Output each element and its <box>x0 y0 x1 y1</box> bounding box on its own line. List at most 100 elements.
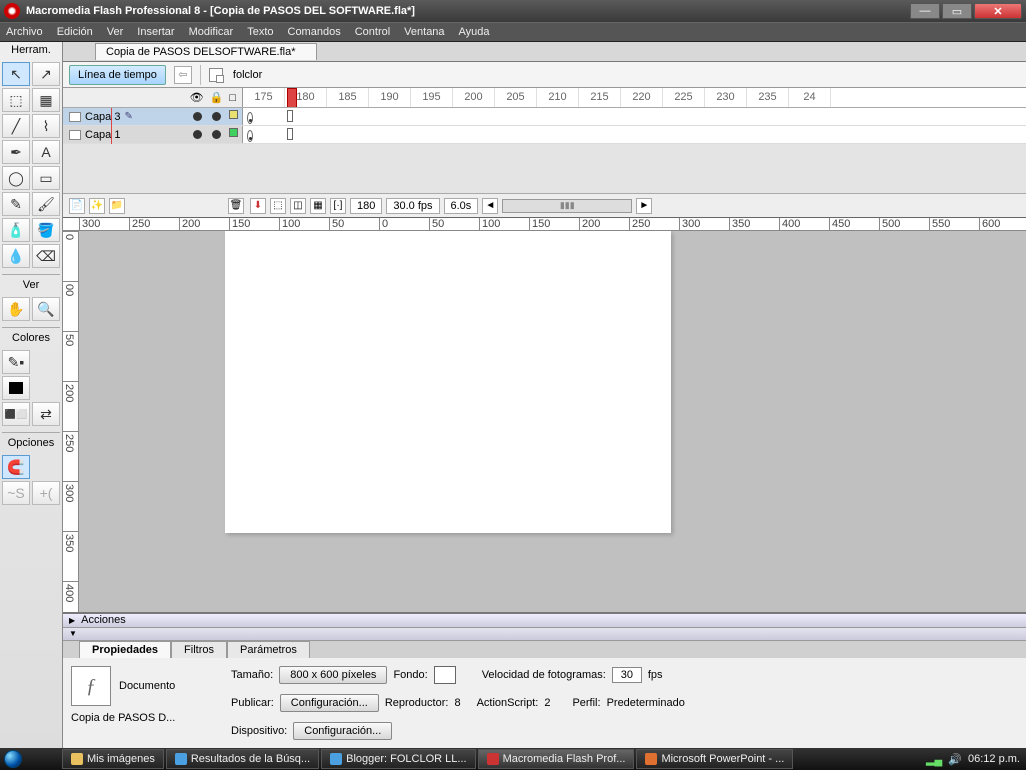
props-tab-1[interactable]: Filtros <box>171 641 227 658</box>
hand-tool[interactable]: ✋ <box>2 297 30 321</box>
scene-back-button[interactable]: ⇦ <box>174 66 192 84</box>
insert-folder-button[interactable]: 📁 <box>109 198 125 214</box>
properties-panel-header[interactable]: ▼ <box>63 628 1026 642</box>
timeline-toggle-button[interactable]: Línea de tiempo <box>69 65 166 85</box>
brush-tool[interactable]: 🖌 <box>32 192 60 216</box>
menu-modificar[interactable]: Modificar <box>189 26 234 38</box>
pencil-tool[interactable]: ✎ <box>2 192 30 216</box>
onion-skin-outlines-button[interactable]: ◫ <box>290 198 306 214</box>
frame-tick[interactable]: 195 <box>411 88 453 107</box>
menu-insertar[interactable]: Insertar <box>137 26 174 38</box>
free-transform-tool[interactable]: ⬚ <box>2 88 30 112</box>
start-button[interactable] <box>0 748 60 770</box>
frame-tick[interactable]: 24 <box>789 88 831 107</box>
maximize-button[interactable]: ▭ <box>942 3 972 19</box>
frame-tick[interactable]: 235 <box>747 88 789 107</box>
taskbar-item[interactable]: Mis imágenes <box>62 749 164 769</box>
document-tab[interactable]: Copia de PASOS DELSOFTWARE.fla* <box>95 43 317 60</box>
taskbar-item[interactable]: Blogger: FOLCLOR LL... <box>321 749 475 769</box>
menu-texto[interactable]: Texto <box>247 26 273 38</box>
snap-option[interactable]: 🧲 <box>2 455 30 479</box>
menu-edición[interactable]: Edición <box>57 26 93 38</box>
eraser-tool[interactable]: ⌫ <box>32 244 60 268</box>
menu-control[interactable]: Control <box>355 26 390 38</box>
ink-bottle-tool[interactable]: 🧴 <box>2 218 30 242</box>
rectangle-tool[interactable]: ▭ <box>32 166 60 190</box>
tray-volume-icon[interactable]: 🔊 <box>948 753 962 766</box>
selection-tool[interactable]: ↖ <box>2 62 30 86</box>
oval-tool[interactable]: ◯ <box>2 166 30 190</box>
scroll-left-button[interactable]: ◄ <box>482 198 498 214</box>
taskbar-item[interactable]: Resultados de la Búsq... <box>166 749 319 769</box>
actions-panel-header[interactable]: ▶ Acciones <box>63 614 1026 628</box>
swap-colors-button[interactable]: ⇄ <box>32 402 60 426</box>
frame-tick[interactable]: 225 <box>663 88 705 107</box>
layer-row[interactable]: Capa 1 <box>63 126 1026 144</box>
view-section-header: Ver <box>2 279 60 295</box>
frame-tick[interactable]: 205 <box>495 88 537 107</box>
menu-ventana[interactable]: Ventana <box>404 26 444 38</box>
menu-archivo[interactable]: Archivo <box>6 26 43 38</box>
paint-bucket-tool[interactable]: 🪣 <box>32 218 60 242</box>
menu-ayuda[interactable]: Ayuda <box>459 26 490 38</box>
line-tool[interactable]: ╱ <box>2 114 30 138</box>
playhead[interactable] <box>287 88 297 107</box>
frame-tick[interactable]: 230 <box>705 88 747 107</box>
edit-multiple-frames-button[interactable]: ▦ <box>310 198 326 214</box>
app-icon <box>4 3 20 19</box>
taskbar-item[interactable]: Microsoft PowerPoint - ... <box>636 749 793 769</box>
default-colors-button[interactable]: ⬛⬜ <box>2 402 30 426</box>
gradient-transform-tool[interactable]: ▦ <box>32 88 60 112</box>
text-tool[interactable]: A <box>32 140 60 164</box>
frame-tick[interactable]: 220 <box>621 88 663 107</box>
scroll-right-button[interactable]: ► <box>636 198 652 214</box>
menu-ver[interactable]: Ver <box>107 26 124 38</box>
center-frame-button[interactable]: ⬇ <box>250 198 266 214</box>
scene-bar: Línea de tiempo ⇦ folclor 🎬 ◈ 50% ▼ <box>63 62 1026 88</box>
taskbar-item[interactable]: Macromedia Flash Prof... <box>478 749 635 769</box>
modify-onion-markers-button[interactable]: [·] <box>330 198 346 214</box>
frame-ruler[interactable]: 1751801851901952002052102152202252302352… <box>243 88 1026 107</box>
framerate-input[interactable] <box>612 667 642 683</box>
layer-row[interactable]: Capa 3✎ <box>63 108 1026 126</box>
frame-tick[interactable]: 200 <box>453 88 495 107</box>
collapse-icon: ▼ <box>69 629 77 638</box>
frame-tick[interactable]: 175 <box>243 88 285 107</box>
clock[interactable]: 06:12 p.m. <box>968 753 1020 765</box>
publish-settings-button[interactable]: Configuración... <box>280 694 379 712</box>
device-settings-button[interactable]: Configuración... <box>293 722 392 740</box>
frame-tick[interactable]: 215 <box>579 88 621 107</box>
visibility-column-icon[interactable]: 👁 <box>190 91 204 104</box>
fill-color-picker[interactable] <box>2 376 30 400</box>
onion-skin-button[interactable]: ⬚ <box>270 198 286 214</box>
stage-canvas[interactable] <box>225 231 671 533</box>
menu-comandos[interactable]: Comandos <box>288 26 341 38</box>
timeline-scrollbar[interactable]: ▮▮▮ <box>502 199 632 213</box>
props-tab-2[interactable]: Parámetros <box>227 641 310 658</box>
minimize-button[interactable]: — <box>910 3 940 19</box>
insert-layer-button[interactable]: 📄 <box>69 198 85 214</box>
outline-column-icon[interactable]: □ <box>229 92 236 104</box>
frame-tick[interactable]: 190 <box>369 88 411 107</box>
props-tab-0[interactable]: Propiedades <box>79 641 171 658</box>
expand-icon: ▶ <box>69 616 75 625</box>
tray-network-icon[interactable]: ▂▄ <box>926 753 942 766</box>
subselection-tool[interactable]: ↗ <box>32 62 60 86</box>
smooth-option[interactable]: ~S <box>2 481 30 505</box>
background-swatch[interactable] <box>434 666 456 684</box>
stroke-color-picker[interactable]: ✎▪ <box>2 350 30 374</box>
insert-motion-guide-button[interactable]: ✨ <box>89 198 105 214</box>
frame-tick[interactable]: 185 <box>327 88 369 107</box>
close-button[interactable] <box>974 3 1022 19</box>
size-button[interactable]: 800 x 600 píxeles <box>279 666 387 684</box>
canvas-viewport[interactable] <box>79 231 1026 612</box>
pen-tool[interactable]: ✒ <box>2 140 30 164</box>
eyedropper-tool[interactable]: 💧 <box>2 244 30 268</box>
zoom-tool[interactable]: 🔍 <box>32 297 60 321</box>
lasso-tool[interactable]: ⌇ <box>32 114 60 138</box>
properties-tabs: PropiedadesFiltrosParámetros <box>63 641 1026 658</box>
delete-layer-button[interactable]: 🗑 <box>228 198 244 214</box>
straighten-option[interactable]: +( <box>32 481 60 505</box>
lock-column-icon[interactable]: 🔒 <box>210 91 224 104</box>
frame-tick[interactable]: 210 <box>537 88 579 107</box>
